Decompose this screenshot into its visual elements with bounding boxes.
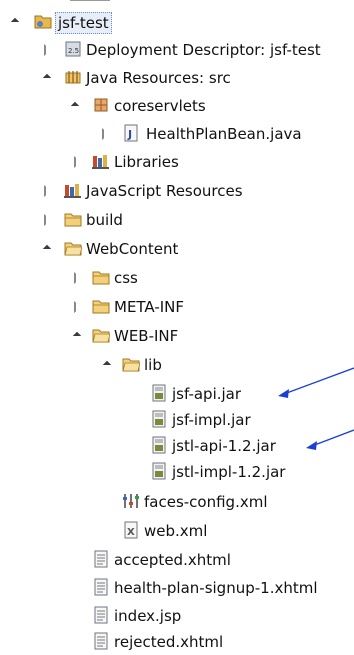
expand-triangle-icon[interactable] (42, 73, 52, 83)
tree-item-label: jsf-api.jar (172, 385, 242, 403)
tree-item-label: web.xml (144, 522, 208, 540)
tree-item-label: build (86, 211, 123, 229)
folder-icon (122, 358, 140, 372)
libraries-icon (92, 155, 109, 169)
jar-icon (152, 436, 166, 454)
tree-item-lib[interactable]: lib (0, 352, 354, 378)
tree-item-deployment-descriptor[interactable]: 2.5 Deployment Descriptor: jsf-test (0, 37, 354, 63)
tree-item-label: lib (144, 356, 162, 374)
tree-item-jar[interactable]: jsf-api.jar (0, 381, 354, 407)
tree-item-jar[interactable]: jsf-impl.jar (0, 407, 354, 433)
collapse-triangle-icon[interactable] (74, 156, 82, 168)
folder-icon (64, 242, 82, 256)
collapse-triangle-icon[interactable] (74, 272, 82, 284)
tree-item-label: faces-config.xml (144, 493, 268, 511)
tree-item-meta-inf[interactable]: META-INF (0, 294, 354, 320)
tree-item-label: META-INF (114, 298, 185, 316)
tree-item-label: jstl-api-1.2.jar (172, 437, 276, 455)
expand-triangle-icon[interactable] (42, 244, 52, 254)
tree-item-java-resources[interactable]: Java Resources: src (0, 65, 354, 91)
collapse-triangle-icon[interactable] (74, 301, 82, 313)
config-xml-icon (123, 494, 139, 508)
folder-icon (92, 271, 110, 285)
tree-item-web-xml[interactable]: X web.xml (0, 518, 354, 544)
libraries-icon (64, 184, 81, 198)
jar-icon (152, 384, 166, 402)
tree-item-label: Libraries (114, 153, 179, 171)
tree-item-jar[interactable]: jstl-impl-1.2.jar (0, 459, 354, 485)
tree-item-faces-config[interactable]: faces-config.xml (0, 489, 354, 515)
tree-item-label: Deployment Descriptor: jsf-test (86, 41, 321, 59)
tree-item-label: coreservlets (114, 97, 206, 115)
tree-item-label: WEB-INF (114, 327, 179, 345)
page-file-icon (94, 632, 108, 650)
expand-triangle-icon[interactable] (72, 331, 82, 341)
tree-item-label: rejected.xhtml (114, 633, 224, 651)
tree-item-label: HealthPlanBean.java (146, 125, 302, 143)
page-file-icon (94, 550, 108, 568)
collapse-triangle-icon[interactable] (102, 128, 110, 140)
folder-icon (92, 300, 110, 314)
tree-item-jar[interactable]: jstl-api-1.2.jar (0, 433, 354, 459)
tree-item-javascript-resources[interactable]: JavaScript Resources (0, 178, 354, 204)
tree-item-label: JavaScript Resources (86, 182, 243, 200)
descriptor-icon: 2.5 (65, 41, 81, 57)
tree-item-web-inf[interactable]: WEB-INF (0, 323, 354, 349)
folder-icon (92, 329, 110, 343)
expand-triangle-icon[interactable] (70, 101, 80, 111)
page-file-icon (94, 606, 108, 624)
jar-icon (152, 462, 166, 480)
tree-item-page[interactable]: health-plan-signup-1.xhtml (0, 575, 354, 601)
tree-item-label: index.jsp (114, 607, 182, 625)
svg-text:J: J (127, 128, 132, 141)
tree-item-webcontent[interactable]: WebContent (0, 236, 354, 262)
tree-item-package[interactable]: coreservlets (0, 93, 354, 119)
collapse-triangle-icon[interactable] (44, 185, 52, 197)
tree-item-build[interactable]: build (0, 207, 354, 233)
tree-item-page[interactable]: index.jsp (0, 603, 354, 629)
tree-item-project[interactable]: jsf-test (0, 9, 354, 35)
java-resources-icon (65, 71, 81, 84)
tree-item-page[interactable]: accepted.xhtml (0, 547, 354, 573)
java-file-icon: J (124, 124, 138, 142)
page-file-icon (94, 578, 108, 596)
tree-item-label: Java Resources: src (86, 69, 231, 87)
tree-item-label: jsf-test (55, 12, 112, 34)
svg-text:X: X (127, 527, 135, 538)
expand-triangle-icon[interactable] (102, 360, 112, 370)
xml-file-icon: X (124, 521, 138, 539)
tree-item-css[interactable]: css (0, 265, 354, 291)
collapse-triangle-icon[interactable] (44, 214, 52, 226)
expand-triangle-icon[interactable] (10, 17, 20, 27)
project-explorer-tree: jsf-test 2.5 Deployment Descriptor: jsf-… (0, 0, 354, 652)
tree-item-label: WebContent (86, 240, 179, 258)
tree-item-label: health-plan-signup-1.xhtml (114, 579, 318, 597)
package-icon (94, 98, 108, 112)
tree-item-page[interactable]: rejected.xhtml (0, 629, 354, 655)
tree-item-java-file[interactable]: J HealthPlanBean.java (0, 121, 354, 147)
tree-item-libraries[interactable]: Libraries (0, 149, 354, 175)
tree-item-label: accepted.xhtml (114, 551, 231, 569)
project-folder-icon (34, 15, 52, 29)
tree-item-label: css (114, 269, 138, 287)
collapse-triangle-icon[interactable] (44, 44, 52, 56)
jar-icon (152, 410, 166, 428)
tree-item-label: jsf-impl.jar (172, 411, 251, 429)
folder-icon (64, 213, 82, 227)
tree-item-label: jstl-impl-1.2.jar (172, 463, 286, 481)
svg-text:2.5: 2.5 (68, 47, 79, 55)
